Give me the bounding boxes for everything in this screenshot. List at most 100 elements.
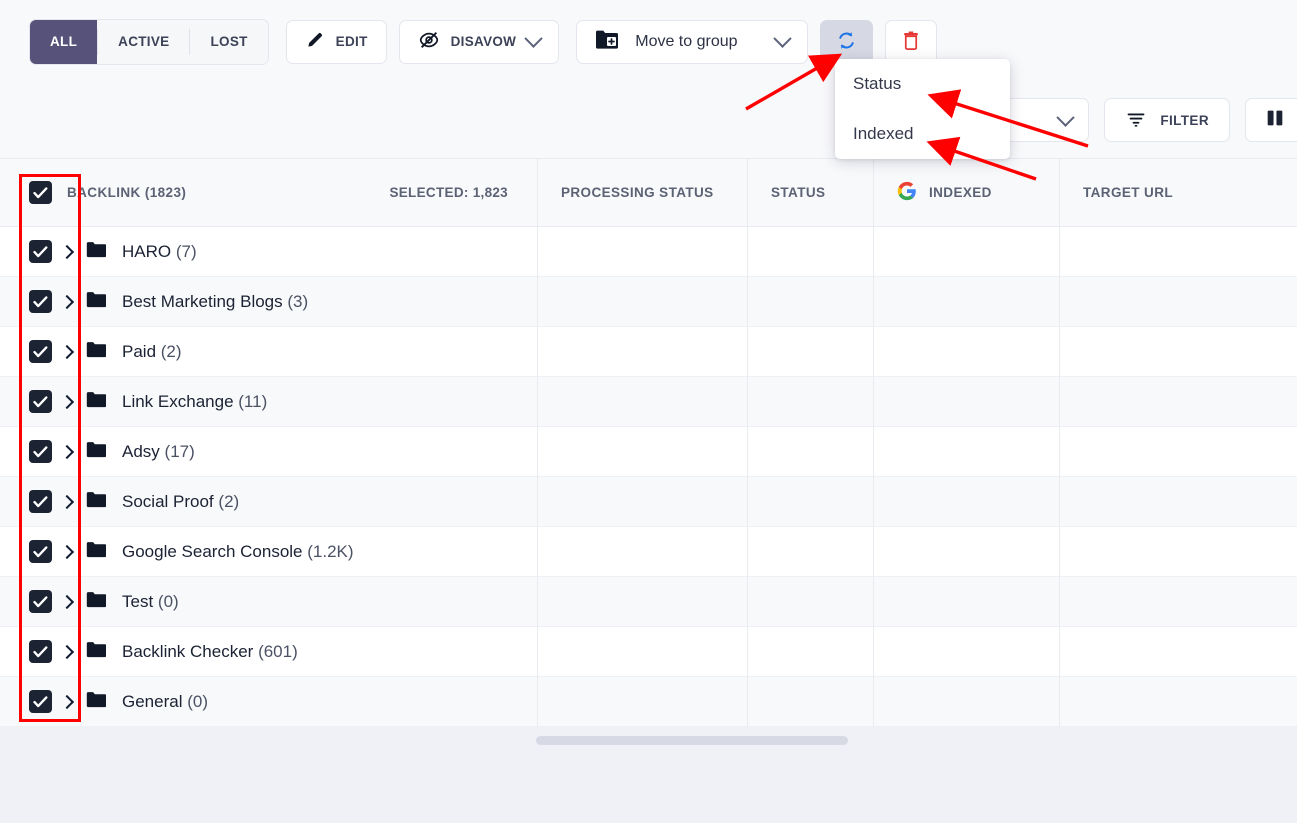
table-row[interactable]: Social Proof (2) (0, 477, 1297, 527)
table-row[interactable]: HARO (7) (0, 227, 1297, 277)
eye-off-icon (418, 29, 440, 54)
delete-button[interactable] (885, 20, 937, 64)
tab-lost[interactable]: LOST (190, 20, 267, 64)
row-checkbox[interactable] (29, 390, 52, 413)
table-row[interactable]: Backlink Checker (601) (0, 627, 1297, 677)
row-processing-status-cell (537, 227, 747, 277)
table-row[interactable]: General (0) (0, 677, 1297, 727)
select-all-checkbox[interactable] (29, 181, 52, 204)
table-row[interactable]: Best Marketing Blogs (3) (0, 277, 1297, 327)
row-group-name: Best Marketing Blogs (122, 292, 283, 311)
move-to-group-button[interactable]: Move to group (576, 20, 808, 64)
row-checkbox[interactable] (29, 290, 52, 313)
row-target-url-cell (1059, 527, 1297, 577)
row-group-name: Test (122, 592, 153, 611)
row-processing-status-cell (537, 277, 747, 327)
expand-chevron-icon[interactable] (52, 297, 82, 307)
header-cell-indexed[interactable]: INDEXED (873, 159, 1059, 226)
row-group-count: (0) (158, 592, 179, 611)
folder-icon (86, 391, 106, 413)
row-target-url-cell (1059, 477, 1297, 527)
refresh-button[interactable] (820, 20, 873, 64)
row-label: Best Marketing Blogs (3) (122, 292, 308, 312)
status-filter-segmented-control: ALL ACTIVE LOST (29, 19, 269, 65)
expand-chevron-icon[interactable] (52, 597, 82, 607)
row-checkbox[interactable] (29, 640, 52, 663)
row-indexed-cell (873, 477, 1059, 527)
expand-chevron-icon[interactable] (52, 697, 82, 707)
row-name-cell: General (0) (0, 677, 537, 727)
row-indexed-cell (873, 327, 1059, 377)
menu-item-status[interactable]: Status (835, 59, 1010, 109)
header-cell-processing-status[interactable]: PROCESSING STATUS (537, 159, 747, 226)
header-cell-target-url[interactable]: TARGET URL (1059, 159, 1297, 226)
horizontal-scrollbar[interactable] (536, 736, 848, 745)
tab-all[interactable]: ALL (30, 20, 97, 64)
row-name-cell: Adsy (17) (0, 427, 537, 477)
row-checkbox[interactable] (29, 340, 52, 363)
row-target-url-cell (1059, 427, 1297, 477)
tab-active[interactable]: ACTIVE (98, 20, 189, 64)
row-status-cell (747, 627, 873, 677)
row-indexed-cell (873, 377, 1059, 427)
row-group-name: Adsy (122, 442, 160, 461)
folder-icon (86, 491, 106, 513)
expand-chevron-icon[interactable] (52, 247, 82, 257)
chevron-down-icon (774, 29, 792, 47)
row-checkbox[interactable] (29, 690, 52, 713)
expand-chevron-icon[interactable] (52, 647, 82, 657)
row-group-name: Google Search Console (122, 542, 303, 561)
row-checkbox[interactable] (29, 490, 52, 513)
row-name-cell: Best Marketing Blogs (3) (0, 277, 537, 327)
pencil-icon (305, 30, 325, 53)
row-checkbox[interactable] (29, 540, 52, 563)
row-target-url-cell (1059, 677, 1297, 727)
row-group-count: (1.2K) (307, 542, 353, 561)
row-processing-status-cell (537, 577, 747, 627)
row-checkbox[interactable] (29, 240, 52, 263)
folder-icon (86, 241, 106, 263)
folder-icon (86, 441, 106, 463)
top-toolbar: ALL ACTIVE LOST EDIT DISAVOW (0, 0, 1297, 83)
disavow-button[interactable]: DISAVOW (399, 20, 560, 64)
expand-chevron-icon[interactable] (52, 397, 82, 407)
header-cell-backlink: BACKLINK (1823) SELECTED: 1,823 (0, 159, 537, 226)
header-cell-status[interactable]: STATUS (747, 159, 873, 226)
folder-icon (86, 641, 106, 663)
row-checkbox[interactable] (29, 590, 52, 613)
table-body: HARO (7) Best Marketing Blogs (3) Paid (2)… (0, 227, 1297, 727)
filter-button[interactable]: FILTER (1104, 98, 1230, 142)
row-label: Google Search Console (1.2K) (122, 542, 354, 562)
row-indexed-cell (873, 277, 1059, 327)
row-name-cell: Paid (2) (0, 327, 537, 377)
table-row[interactable]: Adsy (17) (0, 427, 1297, 477)
expand-chevron-icon[interactable] (52, 447, 82, 457)
table-row[interactable]: Link Exchange (11) (0, 377, 1297, 427)
row-name-cell: Google Search Console (1.2K) (0, 527, 537, 577)
row-status-cell (747, 527, 873, 577)
filter-icon (1125, 109, 1147, 132)
chevron-down-icon (1057, 108, 1075, 126)
row-processing-status-cell (537, 677, 747, 727)
expand-chevron-icon[interactable] (52, 347, 82, 357)
row-checkbox[interactable] (29, 440, 52, 463)
table-row[interactable]: Google Search Console (1.2K) (0, 527, 1297, 577)
row-processing-status-cell (537, 377, 747, 427)
menu-item-indexed[interactable]: Indexed (835, 109, 1010, 159)
table-row[interactable]: Test (0) (0, 577, 1297, 627)
row-processing-status-cell (537, 527, 747, 577)
folder-icon (86, 541, 106, 563)
expand-chevron-icon[interactable] (52, 547, 82, 557)
expand-chevron-icon[interactable] (52, 497, 82, 507)
row-indexed-cell (873, 527, 1059, 577)
header-indexed-label: INDEXED (929, 185, 992, 200)
row-indexed-cell (873, 677, 1059, 727)
table-row[interactable]: Paid (2) (0, 327, 1297, 377)
row-target-url-cell (1059, 377, 1297, 427)
table-header-row: BACKLINK (1823) SELECTED: 1,823 PROCESSI… (0, 158, 1297, 227)
columns-button[interactable] (1245, 98, 1297, 142)
row-indexed-cell (873, 227, 1059, 277)
edit-button[interactable]: EDIT (286, 20, 387, 64)
trash-icon (900, 29, 922, 55)
row-status-cell (747, 477, 873, 527)
